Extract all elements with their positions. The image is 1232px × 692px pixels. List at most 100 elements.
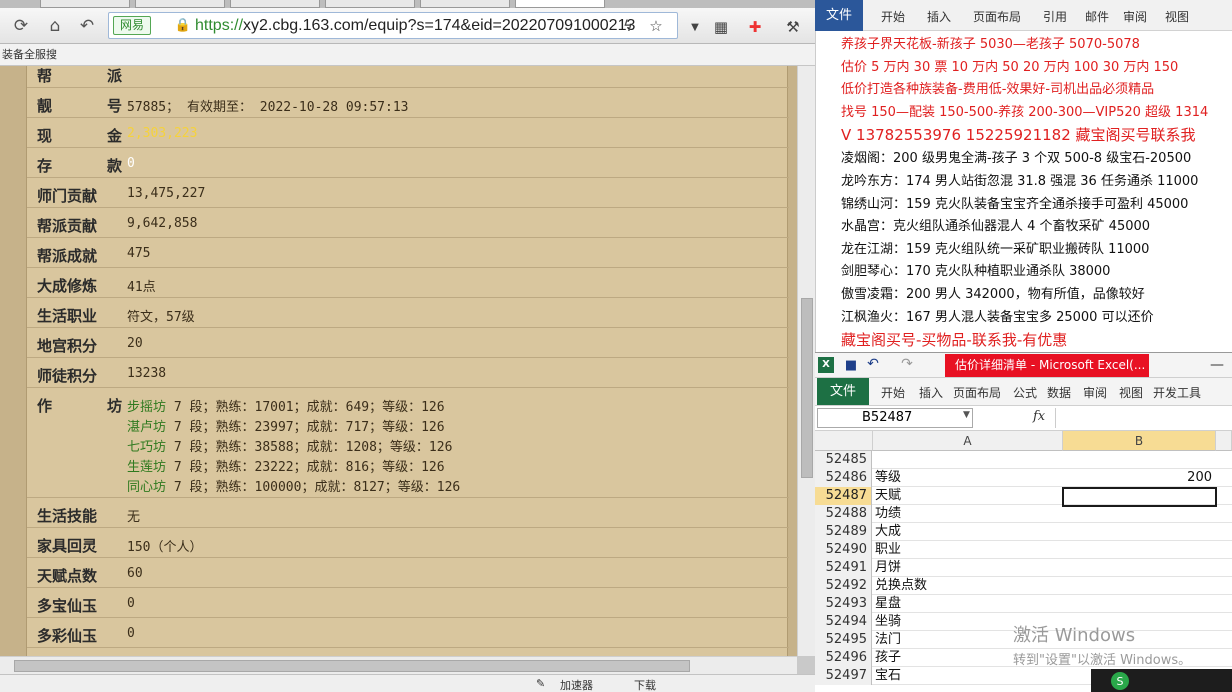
info-row: 帮派贡献 9,642,858	[27, 208, 789, 238]
cell-b[interactable]	[1063, 559, 1215, 577]
excel-tab[interactable]: 页面布局	[953, 384, 1001, 401]
row-header[interactable]: 52493	[815, 595, 872, 613]
browser-tab[interactable]	[135, 0, 225, 8]
document-line: 龙在江湖：159 克火组队统一采矿职业搬砖队 11000	[841, 241, 1150, 257]
row-header[interactable]: 52488	[815, 505, 872, 523]
cell-b[interactable]	[1063, 451, 1215, 469]
cell-a[interactable]: 等级	[875, 469, 901, 487]
undo-icon[interactable]: ↶	[865, 356, 881, 372]
browser-tab[interactable]	[325, 0, 415, 8]
row-header[interactable]: 52489	[815, 523, 872, 541]
cell-b[interactable]	[1063, 541, 1215, 559]
column-header-c[interactable]	[1216, 431, 1232, 451]
info-value: 41点	[127, 280, 156, 295]
row-header[interactable]: 52492	[815, 577, 872, 595]
wrench-icon[interactable]: ⚒	[782, 17, 804, 37]
column-header-b[interactable]: B	[1063, 431, 1216, 451]
cell-a[interactable]: 月饼	[875, 559, 901, 577]
cell-a[interactable]: 孩子	[875, 649, 901, 667]
browser-tab[interactable]	[230, 0, 320, 8]
row-header[interactable]: 52496	[815, 649, 872, 667]
row-header[interactable]: 52491	[815, 559, 872, 577]
row-header[interactable]: 52495	[815, 631, 872, 649]
cell-b[interactable]: 200	[1063, 469, 1215, 487]
excel-tab[interactable]: 开始	[881, 384, 905, 401]
bookmark-item[interactable]: 装备全服搜	[2, 48, 57, 61]
cell-b[interactable]	[1063, 505, 1215, 523]
cell-a[interactable]: 天赋	[875, 487, 901, 505]
cell-a[interactable]: 功绩	[875, 505, 901, 523]
url-text[interactable]: https://xy2.cbg.163.com/equip?s=174&eid=…	[195, 15, 635, 37]
word-tab[interactable]: 页面布局	[973, 8, 1021, 25]
cell-b[interactable]	[1063, 595, 1215, 613]
cell-a[interactable]: 大成	[875, 523, 901, 541]
table-row: 52486 等级 200	[815, 469, 1232, 487]
word-tab[interactable]: 审阅	[1123, 8, 1147, 25]
cell-a[interactable]: 兑换点数	[875, 577, 927, 595]
info-value: 符文，57级	[127, 310, 195, 325]
name-box[interactable]: B52487	[817, 408, 973, 428]
speedup-icon[interactable]: ✎	[536, 677, 545, 690]
undo-icon[interactable]: ↶	[74, 14, 100, 38]
formula-bar: B52487 ▼ fx	[815, 406, 1232, 431]
fx-icon[interactable]: fx	[1033, 409, 1045, 424]
chevron-down-icon[interactable]: ▼	[963, 410, 970, 420]
address-bar[interactable]: 网易 🔒 https://xy2.cbg.163.com/equip?s=174…	[108, 12, 678, 39]
cell-a[interactable]: 职业	[875, 541, 901, 559]
row-header[interactable]: 52497	[815, 667, 872, 685]
row-header[interactable]: 52490	[815, 541, 872, 559]
cell-a[interactable]: 星盘	[875, 595, 901, 613]
browser-tab[interactable]	[40, 0, 130, 8]
info-label: 师门贡献	[37, 187, 98, 205]
home-icon[interactable]: ⌂	[42, 14, 68, 38]
select-all-corner[interactable]	[815, 431, 873, 451]
word-file-tab[interactable]: 文件	[815, 0, 863, 31]
minimize-icon[interactable]: —	[1207, 355, 1227, 375]
scrollbar-thumb[interactable]	[801, 298, 813, 478]
document-line: V 13782553976 15225921182 藏宝阁买号联系我	[841, 126, 1196, 145]
workshop-line: 同心坊 7 段；熟练：100000；成就：8127；等级：126	[127, 476, 460, 495]
row-header[interactable]: 52486	[815, 469, 872, 487]
cell-b[interactable]	[1063, 523, 1215, 541]
grid-icon[interactable]: ▦	[710, 17, 732, 37]
lightning-icon[interactable]: ϟ	[617, 16, 639, 36]
excel-tab[interactable]: 审阅	[1083, 384, 1107, 401]
excel-file-tab[interactable]: 文件	[817, 378, 869, 405]
cell-a[interactable]: 法门	[875, 631, 901, 649]
row-header[interactable]: 52494	[815, 613, 872, 631]
word-tab[interactable]: 引用	[1043, 8, 1067, 25]
gamepad-icon[interactable]: ✚	[744, 17, 766, 37]
workshop-info: 7 段；熟练：38588；成就：1208；等级：126	[166, 440, 453, 455]
vertical-scrollbar[interactable]	[797, 66, 815, 656]
app-icon[interactable]: S	[1111, 672, 1129, 690]
save-icon[interactable]: ■	[843, 357, 859, 373]
redo-icon[interactable]: ↷	[899, 356, 915, 372]
word-tab[interactable]: 邮件	[1085, 8, 1109, 25]
excel-tab[interactable]: 开发工具	[1153, 384, 1201, 401]
excel-tab[interactable]: 数据	[1047, 384, 1071, 401]
horizontal-scrollbar[interactable]	[0, 656, 797, 674]
excel-tab[interactable]: 视图	[1119, 384, 1143, 401]
excel-tab[interactable]: 公式	[1013, 384, 1037, 401]
cell-a[interactable]: 坐骑	[875, 613, 901, 631]
word-tab[interactable]: 插入	[927, 8, 951, 25]
status-download[interactable]: 下载	[634, 677, 656, 692]
dropdown-arrow-icon[interactable]: ▼	[684, 17, 706, 37]
formula-input[interactable]	[1055, 408, 1232, 428]
star-icon[interactable]: ☆	[645, 16, 667, 36]
word-document[interactable]: 养孩子界天花板-新孩子 5030—老孩子 5070-5078 估价 5 万内 30…	[815, 31, 1232, 352]
cell-b[interactable]	[1063, 577, 1215, 595]
refresh-icon[interactable]: ⟳	[8, 14, 34, 38]
column-header-a[interactable]: A	[873, 431, 1063, 451]
status-accelerator[interactable]: 加速器	[560, 677, 593, 692]
excel-tab[interactable]: 插入	[919, 384, 943, 401]
row-header[interactable]: 52487	[815, 487, 872, 505]
browser-tab[interactable]	[420, 0, 510, 8]
word-tab[interactable]: 视图	[1165, 8, 1189, 25]
row-header[interactable]: 52485	[815, 451, 872, 469]
browser-tab-active[interactable]	[515, 0, 605, 8]
scrollbar-thumb[interactable]	[14, 660, 690, 672]
cell-a[interactable]: 宝石	[875, 667, 901, 685]
url-path: xy2.cbg.163.com/equip?s=174&eid=20220709…	[243, 17, 636, 34]
word-tab[interactable]: 开始	[881, 8, 905, 25]
